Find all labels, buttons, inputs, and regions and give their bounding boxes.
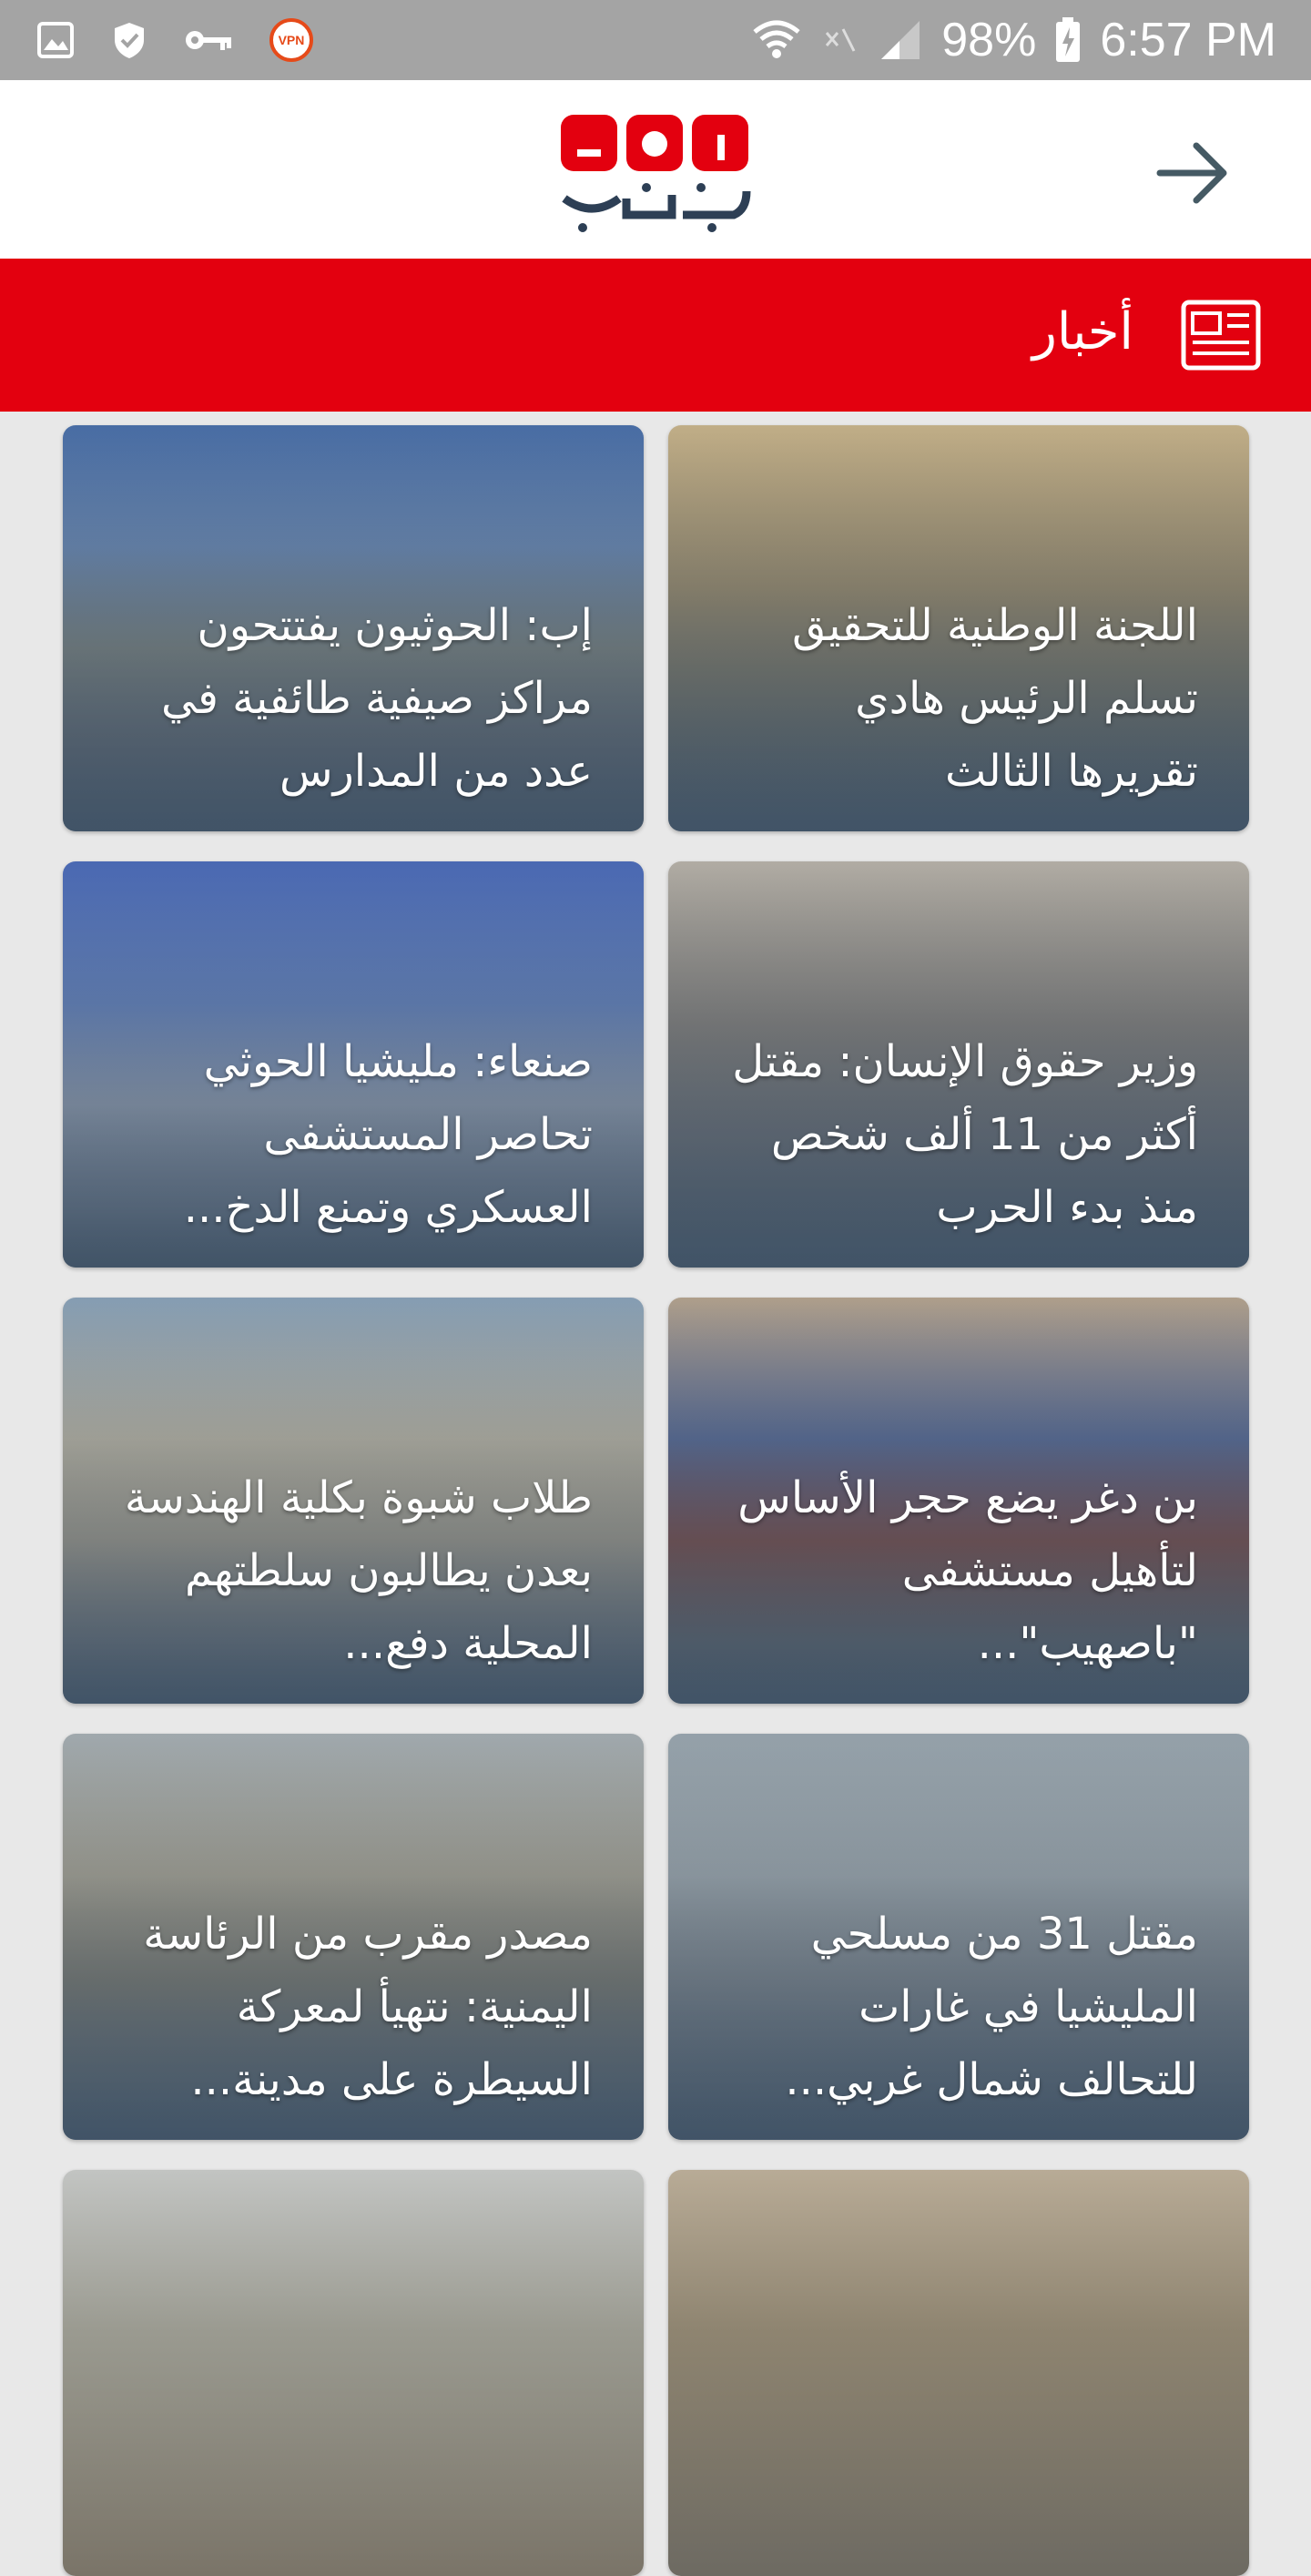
clock: 6:57 PM [1100, 14, 1276, 66]
news-title: إب: الحوثيون يفتتحون مراكز صيفية طائفية … [160, 600, 593, 797]
section-title: أخبار [1032, 302, 1133, 361]
section-header: أخبار [0, 259, 1311, 412]
news-title: اللجنة الوطنية للتحقيق تسلم الرئيس هادي … [791, 600, 1198, 797]
key-icon [184, 26, 233, 54]
mute-icon [819, 20, 859, 60]
vpn-icon: VPN [269, 18, 313, 62]
arrow-right-icon [1156, 142, 1227, 204]
news-title: وزير حقوق الإنسان: مقتل أكثر من 11 ألف ش… [732, 1036, 1198, 1233]
wifi-icon [752, 17, 801, 63]
news-card[interactable] [668, 2170, 1249, 2576]
news-image [668, 2170, 1249, 2576]
news-title: مقتل 31 من مسلحي المليشيا في غارات للتحا… [785, 1909, 1198, 2105]
news-card[interactable]: مقتل 31 من مسلحي المليشيا في غارات للتحا… [668, 1734, 1249, 2140]
news-title: بن دغر يضع حجر الأساس لتأهيل مستشفى "باص… [737, 1472, 1198, 1669]
news-image [63, 2170, 644, 2576]
news-card[interactable]: صنعاء: مليشيا الحوثي تحاصر المستشفى العس… [63, 861, 644, 1268]
signal-icon [878, 17, 923, 63]
news-title: مصدر مقرب من الرئاسة اليمنية: نتهيأ لمعر… [143, 1909, 593, 2105]
shield-icon [111, 20, 147, 60]
newspaper-icon [1180, 299, 1262, 372]
news-card[interactable] [63, 2170, 644, 2576]
news-card[interactable]: طلاب شبوة بكلية الهندسة بعدن يطالبون سلط… [63, 1298, 644, 1704]
news-card[interactable]: مصدر مقرب من الرئاسة اليمنية: نتهيأ لمعر… [63, 1734, 644, 2140]
news-title: صنعاء: مليشيا الحوثي تحاصر المستشفى العس… [183, 1036, 593, 1233]
back-arrow-button[interactable] [1147, 127, 1238, 219]
news-card[interactable]: اللجنة الوطنية للتحقيق تسلم الرئيس هادي … [668, 425, 1249, 831]
news-grid: اللجنة الوطنية للتحقيق تسلم الرئيس هادي … [0, 412, 1311, 2576]
app-header [0, 80, 1311, 259]
battery-icon [1054, 16, 1082, 64]
image-icon [36, 21, 75, 59]
news-card[interactable]: بن دغر يضع حجر الأساس لتأهيل مستشفى "باص… [668, 1298, 1249, 1704]
news-title: طلاب شبوة بكلية الهندسة بعدن يطالبون سلط… [124, 1472, 593, 1669]
status-bar: VPN 98% 6:57 PM [0, 0, 1311, 80]
news-card[interactable]: وزير حقوق الإنسان: مقتل أكثر من 11 ألف ش… [668, 861, 1249, 1268]
battery-percent: 98% [941, 14, 1037, 66]
news-card[interactable]: إب: الحوثيون يفتتحون مراكز صيفية طائفية … [63, 425, 644, 831]
app-logo [555, 107, 756, 235]
